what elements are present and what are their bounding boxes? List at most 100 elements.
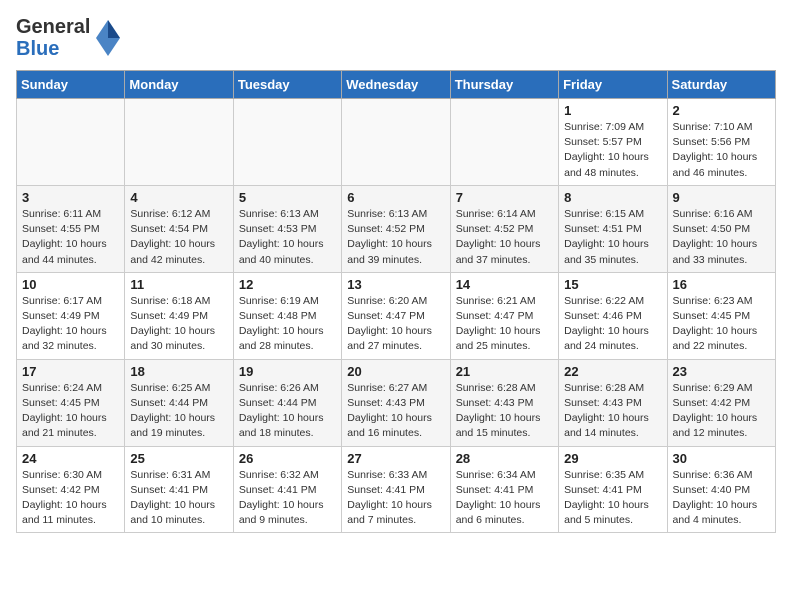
day-cell [125, 99, 233, 186]
day-number: 13 [347, 277, 444, 292]
day-number: 18 [130, 364, 227, 379]
day-number: 1 [564, 103, 661, 118]
day-header-saturday: Saturday [667, 71, 775, 99]
day-cell: 13 Sunrise: 6:20 AM Sunset: 4:47 PM Dayli… [342, 272, 450, 359]
day-cell: 16 Sunrise: 6:23 AM Sunset: 4:45 PM Dayli… [667, 272, 775, 359]
week-row-4: 17 Sunrise: 6:24 AM Sunset: 4:45 PM Dayli… [17, 359, 776, 446]
day-number: 19 [239, 364, 336, 379]
day-number: 26 [239, 451, 336, 466]
day-number: 11 [130, 277, 227, 292]
day-info: Sunrise: 6:18 AM Sunset: 4:49 PM Dayligh… [130, 294, 227, 355]
day-number: 30 [673, 451, 770, 466]
day-info: Sunrise: 6:28 AM Sunset: 4:43 PM Dayligh… [564, 381, 661, 442]
day-cell: 5Sunrise: 6:13 AM Sunset: 4:53 PM Daylig… [233, 185, 341, 272]
logo-icon [94, 18, 122, 58]
day-info: Sunrise: 7:10 AM Sunset: 5:56 PM Dayligh… [673, 120, 770, 181]
day-cell: 17 Sunrise: 6:24 AM Sunset: 4:45 PM Dayli… [17, 359, 125, 446]
day-info: Sunrise: 6:19 AM Sunset: 4:48 PM Dayligh… [239, 294, 336, 355]
day-cell: 10 Sunrise: 6:17 AM Sunset: 4:49 PM Dayli… [17, 272, 125, 359]
calendar-table: SundayMondayTuesdayWednesdayThursdayFrid… [16, 70, 776, 533]
day-number: 23 [673, 364, 770, 379]
day-cell: 24Sunrise: 6:30 AM Sunset: 4:42 PM Dayli… [17, 446, 125, 533]
day-info: Sunrise: 6:13 AM Sunset: 4:52 PM Dayligh… [347, 207, 444, 268]
day-cell: 11 Sunrise: 6:18 AM Sunset: 4:49 PM Dayli… [125, 272, 233, 359]
day-header-thursday: Thursday [450, 71, 558, 99]
day-number: 28 [456, 451, 553, 466]
day-number: 9 [673, 190, 770, 205]
logo: General Blue [16, 16, 122, 60]
day-info: Sunrise: 6:36 AM Sunset: 4:40 PM Dayligh… [673, 468, 770, 529]
day-number: 3 [22, 190, 119, 205]
day-info: Sunrise: 6:25 AM Sunset: 4:44 PM Dayligh… [130, 381, 227, 442]
day-info: Sunrise: 6:35 AM Sunset: 4:41 PM Dayligh… [564, 468, 661, 529]
day-info: Sunrise: 6:26 AM Sunset: 4:44 PM Dayligh… [239, 381, 336, 442]
day-number: 10 [22, 277, 119, 292]
day-number: 16 [673, 277, 770, 292]
day-cell: 22 Sunrise: 6:28 AM Sunset: 4:43 PM Dayli… [559, 359, 667, 446]
header-row: SundayMondayTuesdayWednesdayThursdayFrid… [17, 71, 776, 99]
week-row-1: 1 Sunrise: 7:09 AM Sunset: 5:57 PM Daylig… [17, 99, 776, 186]
day-number: 5 [239, 190, 336, 205]
day-cell [233, 99, 341, 186]
day-number: 21 [456, 364, 553, 379]
day-cell: 9 Sunrise: 6:16 AM Sunset: 4:50 PM Daylig… [667, 185, 775, 272]
day-number: 7 [456, 190, 553, 205]
day-info: Sunrise: 6:24 AM Sunset: 4:45 PM Dayligh… [22, 381, 119, 442]
day-cell: 19 Sunrise: 6:26 AM Sunset: 4:44 PM Dayli… [233, 359, 341, 446]
week-row-2: 3 Sunrise: 6:11 AM Sunset: 4:55 PM Daylig… [17, 185, 776, 272]
day-header-monday: Monday [125, 71, 233, 99]
day-cell: 28 Sunrise: 6:34 AM Sunset: 4:41 PM Dayli… [450, 446, 558, 533]
day-number: 8 [564, 190, 661, 205]
day-cell: 20 Sunrise: 6:27 AM Sunset: 4:43 PM Dayli… [342, 359, 450, 446]
day-cell [17, 99, 125, 186]
day-info: Sunrise: 6:27 AM Sunset: 4:43 PM Dayligh… [347, 381, 444, 442]
day-cell: 23 Sunrise: 6:29 AM Sunset: 4:42 PM Dayli… [667, 359, 775, 446]
day-header-sunday: Sunday [17, 71, 125, 99]
day-cell: 3 Sunrise: 6:11 AM Sunset: 4:55 PM Daylig… [17, 185, 125, 272]
day-info: Sunrise: 6:33 AM Sunset: 4:41 PM Dayligh… [347, 468, 444, 529]
day-number: 24 [22, 451, 119, 466]
day-cell [450, 99, 558, 186]
day-header-wednesday: Wednesday [342, 71, 450, 99]
day-number: 22 [564, 364, 661, 379]
logo-general-text: General [16, 16, 90, 38]
day-number: 6 [347, 190, 444, 205]
header: General Blue [16, 16, 776, 60]
day-header-tuesday: Tuesday [233, 71, 341, 99]
day-cell: 27Sunrise: 6:33 AM Sunset: 4:41 PM Dayli… [342, 446, 450, 533]
day-info: Sunrise: 6:28 AM Sunset: 4:43 PM Dayligh… [456, 381, 553, 442]
day-info: Sunrise: 6:32 AM Sunset: 4:41 PM Dayligh… [239, 468, 336, 529]
day-number: 2 [673, 103, 770, 118]
day-number: 20 [347, 364, 444, 379]
day-info: Sunrise: 6:20 AM Sunset: 4:47 PM Dayligh… [347, 294, 444, 355]
day-info: Sunrise: 6:23 AM Sunset: 4:45 PM Dayligh… [673, 294, 770, 355]
day-info: Sunrise: 6:34 AM Sunset: 4:41 PM Dayligh… [456, 468, 553, 529]
day-info: Sunrise: 6:29 AM Sunset: 4:42 PM Dayligh… [673, 381, 770, 442]
day-info: Sunrise: 6:22 AM Sunset: 4:46 PM Dayligh… [564, 294, 661, 355]
day-cell: 25 Sunrise: 6:31 AM Sunset: 4:41 PM Dayli… [125, 446, 233, 533]
day-cell: 29Sunrise: 6:35 AM Sunset: 4:41 PM Dayli… [559, 446, 667, 533]
day-info: Sunrise: 6:31 AM Sunset: 4:41 PM Dayligh… [130, 468, 227, 529]
day-number: 14 [456, 277, 553, 292]
day-info: Sunrise: 6:12 AM Sunset: 4:54 PM Dayligh… [130, 207, 227, 268]
day-number: 4 [130, 190, 227, 205]
day-info: Sunrise: 6:21 AM Sunset: 4:47 PM Dayligh… [456, 294, 553, 355]
week-row-5: 24Sunrise: 6:30 AM Sunset: 4:42 PM Dayli… [17, 446, 776, 533]
day-number: 25 [130, 451, 227, 466]
day-header-friday: Friday [559, 71, 667, 99]
day-cell: 4 Sunrise: 6:12 AM Sunset: 4:54 PM Daylig… [125, 185, 233, 272]
day-cell: 18 Sunrise: 6:25 AM Sunset: 4:44 PM Dayli… [125, 359, 233, 446]
day-info: Sunrise: 6:16 AM Sunset: 4:50 PM Dayligh… [673, 207, 770, 268]
day-cell: 14 Sunrise: 6:21 AM Sunset: 4:47 PM Dayli… [450, 272, 558, 359]
logo-blue-text: Blue [16, 38, 90, 60]
day-cell: 21 Sunrise: 6:28 AM Sunset: 4:43 PM Dayli… [450, 359, 558, 446]
day-cell: 7Sunrise: 6:14 AM Sunset: 4:52 PM Daylig… [450, 185, 558, 272]
week-row-3: 10 Sunrise: 6:17 AM Sunset: 4:49 PM Dayli… [17, 272, 776, 359]
day-cell: 30 Sunrise: 6:36 AM Sunset: 4:40 PM Dayli… [667, 446, 775, 533]
day-number: 17 [22, 364, 119, 379]
day-info: Sunrise: 6:17 AM Sunset: 4:49 PM Dayligh… [22, 294, 119, 355]
day-number: 15 [564, 277, 661, 292]
day-info: Sunrise: 6:15 AM Sunset: 4:51 PM Dayligh… [564, 207, 661, 268]
day-info: Sunrise: 7:09 AM Sunset: 5:57 PM Dayligh… [564, 120, 661, 181]
day-info: Sunrise: 6:11 AM Sunset: 4:55 PM Dayligh… [22, 207, 119, 268]
